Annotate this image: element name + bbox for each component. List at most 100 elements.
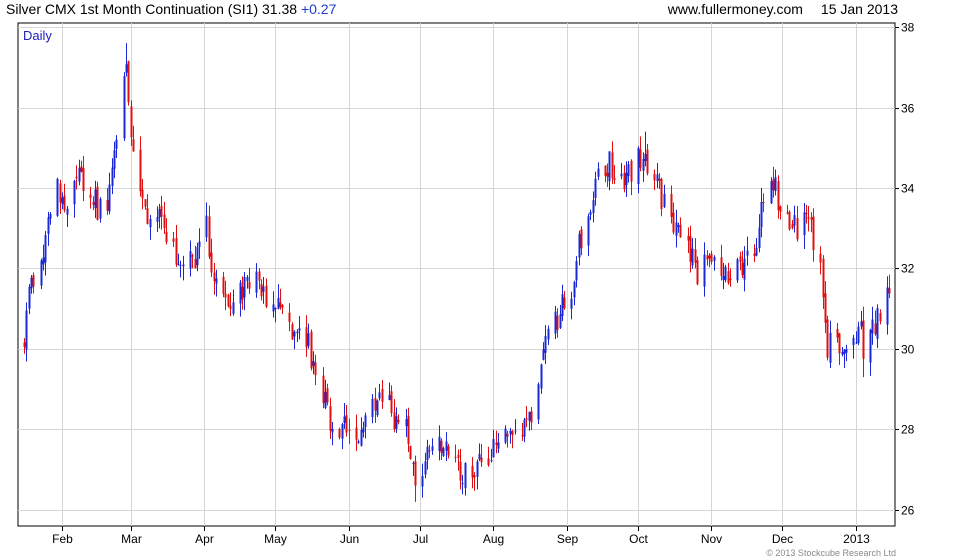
candle-body [371,398,374,418]
candle-body [812,216,815,251]
candle-body [260,284,263,297]
candle-body [424,461,427,475]
candle-body [421,475,424,487]
candle-body [78,167,81,182]
candle-body [713,256,716,261]
candle-body [106,199,109,211]
candle-body [879,312,882,322]
candle-body [497,442,500,449]
candle-body [706,255,709,260]
candle-body [511,431,514,436]
candle-body [762,201,765,203]
candle-body [779,206,782,212]
candle-body [73,180,76,205]
candle-body [845,348,848,353]
candle-body [578,233,581,258]
candle-body [397,419,400,423]
candle-body [760,201,763,228]
y-tick-label: 36 [901,102,915,116]
candle-body [753,253,756,257]
candle-body [241,286,244,300]
candle-body [262,286,265,292]
candle-body [312,360,315,366]
candle-body [639,149,642,168]
candle-body [281,305,284,308]
candle-body [196,247,199,266]
candle-body [755,248,758,256]
x-tick-label: Mar [121,532,142,546]
plot-area [17,22,896,527]
candle-body [836,328,839,338]
candle-body [381,388,384,402]
candle-body [575,261,578,281]
candle-body [32,275,35,287]
candle-body [89,194,92,198]
x-tick-label: Feb [52,532,73,546]
candle-body [547,328,550,340]
y-tick-label: 34 [901,182,915,196]
candle-body [177,263,180,265]
candle-body [56,178,59,216]
candle-body [869,329,872,363]
x-tick-label: Apr [195,532,214,546]
candle-body [874,323,877,335]
candle-body [687,235,690,241]
candle-body [876,308,879,339]
candle-body [625,172,628,186]
candle-body [326,388,329,403]
period-label: Daily [23,28,52,43]
candle-body [459,461,462,481]
candle-body [862,320,865,359]
x-tick-label: Aug [483,532,504,546]
candle-body [694,249,697,263]
candle-body [604,165,607,176]
candle-body [523,419,526,437]
candle-body [130,106,133,138]
candle-body [606,172,609,177]
candle-body [611,152,614,179]
candle-body [630,160,633,182]
candle-body [492,438,495,458]
candle-body [521,435,524,437]
candle-body [25,310,28,350]
candle-body [243,277,246,298]
candle-body [886,287,889,325]
candle-body [307,333,310,346]
candle-body [343,416,346,423]
candle-body [495,442,498,446]
candle-body [296,331,299,334]
candle-body [374,397,377,411]
x-tick-label: 2013 [843,532,870,546]
candle-body [215,278,218,284]
candle-body [442,448,445,456]
y-tick-label: 32 [901,262,915,276]
candle-body [66,208,69,215]
candle-body [405,419,408,427]
candle-body [570,298,573,309]
candle-body [395,416,398,429]
candle-body [554,311,557,334]
candle-body [165,231,168,243]
candle-body [530,411,533,423]
candle-body [139,149,142,192]
candle-body [810,217,813,220]
candle-body [258,271,261,281]
candle-body [675,222,678,236]
candle-body [191,255,194,257]
candle-body [826,319,829,358]
candle-body [786,212,789,214]
candle-body [656,174,659,182]
candle-body [248,281,251,289]
candle-body [156,217,159,222]
candle-body [175,237,178,265]
candle-body [341,424,344,439]
candle-body [478,453,481,460]
candle-body [314,362,317,376]
candle-body [265,285,268,307]
candle-body [573,281,576,298]
candle-body [329,406,332,431]
candle-body [239,282,242,304]
candle-body [61,197,64,205]
candle-body [189,251,192,269]
candle-body [146,207,149,224]
